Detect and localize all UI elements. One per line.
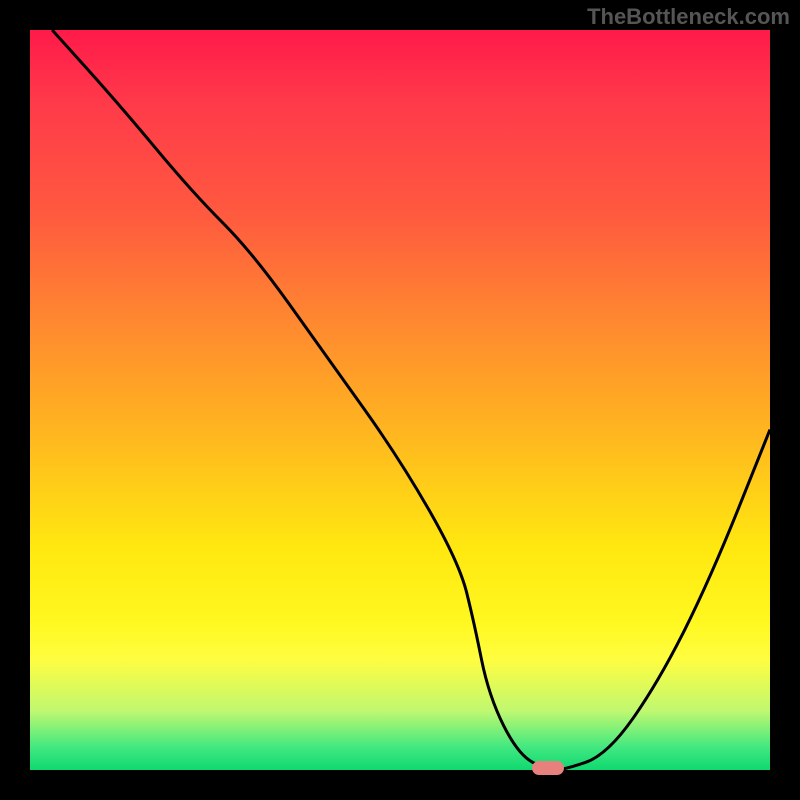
chart-plot-area xyxy=(30,30,770,770)
watermark-text: TheBottleneck.com xyxy=(587,4,790,30)
chart-curve xyxy=(30,30,770,770)
curve-line xyxy=(52,30,770,770)
optimal-marker xyxy=(532,761,564,775)
